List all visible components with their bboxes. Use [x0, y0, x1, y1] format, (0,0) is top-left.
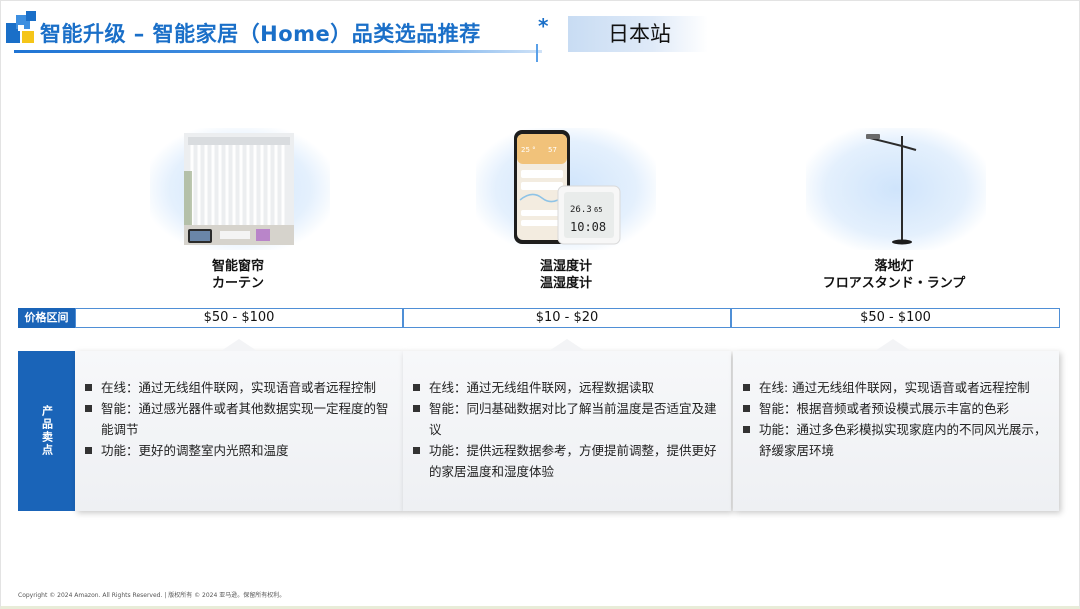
- price-cell-thermo: $10 - $20: [403, 308, 731, 328]
- selling-points-label: 产品卖点: [18, 351, 75, 511]
- site-badge: 日本站: [568, 16, 708, 52]
- price-range-label: 价格区间: [18, 308, 75, 328]
- title-divider: [536, 44, 538, 62]
- svg-text:26.3: 26.3: [570, 205, 592, 215]
- thermo-hygrometer-image: 25 ° 57 26.3 65 10:08: [476, 128, 656, 250]
- feature-item: 在线: 通过无线组件联网，实现语音或者远程控制: [743, 377, 1051, 398]
- page-title: 智能升级 – 智能家居（Home）品类选品推荐: [40, 22, 481, 46]
- svg-text:65: 65: [594, 206, 602, 214]
- feature-item: 在线：通过无线组件联网，实现语音或者远程控制: [85, 377, 395, 398]
- title-underline: [14, 50, 542, 53]
- title-asterisk: *: [538, 14, 549, 38]
- feature-panel-lamp: 在线: 通过无线组件联网，实现语音或者远程控制 智能：根据音频或者预设模式展示丰…: [733, 339, 1059, 511]
- feature-item: 智能：通过感光器件或者其他数据实现一定程度的智能调节: [85, 398, 395, 440]
- product-name-thermo: 温湿度计 温湿度计: [436, 258, 696, 292]
- logo-icon: [4, 11, 38, 47]
- floor-lamp-image: [806, 128, 986, 250]
- product-name-cn: 智能窗帘: [211, 259, 264, 274]
- product-name-jp: カーテン: [211, 276, 264, 291]
- product-name-jp: 温湿度计: [539, 276, 592, 291]
- product-name-cn: 温湿度计: [539, 259, 592, 274]
- feature-item: 功能：更好的调整室内光照和温度: [85, 440, 395, 461]
- price-cell-lamp: $50 - $100: [731, 308, 1060, 328]
- feature-panel-curtain: 在线：通过无线组件联网，实现语音或者远程控制 智能：通过感光器件或者其他数据实现…: [75, 339, 403, 511]
- svg-text:25 °: 25 °: [521, 146, 536, 154]
- svg-text:57: 57: [548, 146, 557, 154]
- product-name-curtain: 智能窗帘 カーテン: [108, 258, 368, 292]
- feature-item: 功能：通过多色彩模拟实现家庭内的不同风光展示，舒缓家居环境: [743, 419, 1051, 461]
- price-cell-curtain: $50 - $100: [75, 308, 403, 328]
- curtain-image: [150, 128, 330, 250]
- feature-item: 功能：提供远程数据参考，方便提前调整，提供更好的家居温度和湿度体验: [413, 440, 723, 482]
- feature-item: 智能：根据音频或者预设模式展示丰富的色彩: [743, 398, 1051, 419]
- svg-text:10:08: 10:08: [570, 220, 606, 234]
- feature-panel-thermo: 在线：通过无线组件联网，远程数据读取 智能：同归基础数据对比了解当前温度是否适宜…: [403, 339, 731, 511]
- product-name-cn: 落地灯: [874, 259, 914, 274]
- feature-item: 智能：同归基础数据对比了解当前温度是否适宜及建议: [413, 398, 723, 440]
- feature-item: 在线：通过无线组件联网，远程数据读取: [413, 377, 723, 398]
- product-name-lamp: 落地灯 フロアスタンド・ランプ: [764, 258, 1024, 292]
- slide-frame: [0, 0, 1080, 609]
- copyright-footer: Copyright © 2024 Amazon. All Rights Rese…: [18, 592, 286, 599]
- product-name-jp: フロアスタンド・ランプ: [822, 276, 966, 291]
